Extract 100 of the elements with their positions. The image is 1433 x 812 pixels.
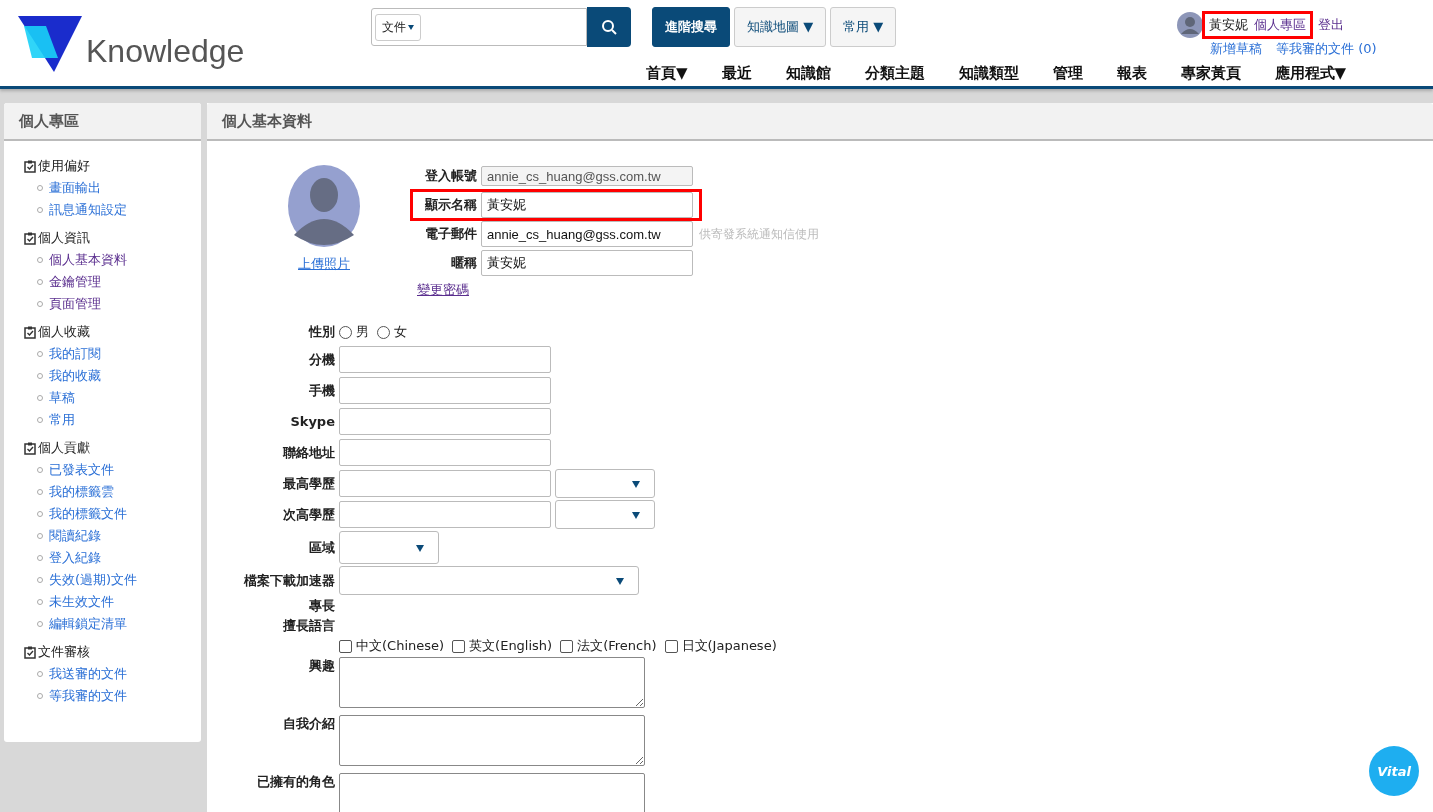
nav-item[interactable]: 分類主題 (864, 64, 925, 83)
input-field[interactable]: annie_cs_huang@gss.com.tw (481, 221, 693, 247)
field-label: 興趣 (308, 657, 335, 675)
sidebar-item[interactable]: 個人基本資料 (49, 251, 127, 269)
sidebar-item[interactable]: 常用 (49, 411, 75, 429)
nav-item[interactable]: 知識館 (785, 64, 831, 83)
sidebar-item[interactable]: 登入紀錄 (49, 549, 101, 567)
text-area[interactable] (339, 715, 645, 766)
logo-text: Knowledge (86, 33, 245, 70)
dropdown[interactable] (339, 566, 639, 595)
search-button[interactable] (587, 7, 631, 47)
option-label: 中文(Chinese) (356, 637, 445, 655)
caret-icon (416, 544, 424, 552)
sidebar-title: 個人專區 (4, 103, 201, 141)
field-label: 已擁有的角色 (256, 773, 335, 791)
input-field[interactable]: 黃安妮 (481, 250, 693, 276)
sidebar-group-label: 個人收藏 (38, 323, 90, 341)
logout-link[interactable]: 登出 (1318, 16, 1344, 34)
caret-icon (408, 24, 414, 30)
field-label: 自我介紹 (282, 715, 335, 733)
input-field[interactable] (339, 439, 551, 466)
user-name: 黃安妮 (1209, 16, 1248, 34)
dropdown[interactable] (555, 500, 655, 529)
sidebar-item[interactable]: 未生效文件 (49, 593, 114, 611)
sidebar-item[interactable]: 金鑰管理 (49, 273, 101, 291)
upload-photo-link[interactable]: 上傳照片 (298, 255, 350, 273)
option-label: 女 (394, 323, 407, 341)
field-label: 擅長語言 (282, 617, 335, 635)
input-field[interactable] (339, 377, 551, 404)
caret-icon (632, 480, 640, 488)
field-label: 分機 (308, 350, 335, 369)
sidebar-group-label: 個人貢獻 (38, 439, 90, 457)
personal-area-link[interactable]: 個人專區 (1254, 16, 1306, 34)
dropdown[interactable] (555, 469, 655, 498)
logo-icon (18, 16, 82, 72)
option-label: 英文(English) (469, 637, 553, 655)
field-hint: 供寄發系統通知信使用 (699, 225, 819, 243)
change-password-link[interactable]: 變更密碼 (417, 281, 825, 299)
clipboard-check-icon (24, 441, 36, 455)
nav-item[interactable]: 專家黃頁 (1180, 64, 1241, 83)
sidebar-item[interactable]: 我的標籤雲 (49, 483, 114, 501)
field-label: 性別 (307, 323, 335, 341)
sidebar-item[interactable]: 我送審的文件 (49, 665, 127, 683)
input-field[interactable] (339, 408, 551, 435)
clipboard-check-icon (24, 231, 36, 245)
checkbox[interactable] (339, 639, 352, 653)
header-button[interactable]: 常用 ▼ (830, 7, 897, 47)
nav-item[interactable]: 報表 (1116, 64, 1147, 83)
header-button[interactable]: 進階搜尋 (652, 7, 730, 47)
sidebar-group-label: 使用偏好 (38, 157, 90, 175)
search-field[interactable]: 文件 (371, 8, 587, 46)
sidebar-item[interactable]: 我的標籤文件 (49, 505, 127, 523)
input-field[interactable] (339, 470, 551, 497)
field-label: 最高學歷 (282, 474, 335, 493)
sidebar-item[interactable]: 閱讀紀錄 (49, 527, 101, 545)
field-label: 暱稱 (450, 254, 477, 272)
sidebar-item[interactable]: 我的收藏 (49, 367, 101, 385)
header-button[interactable]: 知識地圖 ▼ (734, 7, 827, 47)
checkbox[interactable] (560, 639, 574, 653)
page-title: 個人基本資料 (207, 103, 1433, 141)
text-area[interactable] (339, 657, 645, 708)
sidebar-item[interactable]: 失效(過期)文件 (49, 571, 138, 589)
clipboard-check-icon (24, 645, 36, 659)
option-label: 男 (356, 323, 369, 341)
nav-item[interactable]: 首頁▼ (646, 64, 688, 83)
clipboard-check-icon (24, 325, 36, 339)
sidebar-item[interactable]: 已發表文件 (49, 461, 114, 479)
avatar-icon (1177, 12, 1203, 38)
sidebar-group-label: 個人資訊 (38, 229, 90, 247)
field-label: 次高學歷 (282, 505, 335, 524)
sidebar-item[interactable]: 等我審的文件 (49, 687, 127, 705)
field-label: Skype (289, 414, 335, 429)
sidebar-item[interactable]: 頁面管理 (49, 295, 101, 313)
field-label: 電子郵件 (424, 225, 477, 243)
sidebar-item[interactable]: 訊息通知設定 (49, 201, 127, 219)
checkbox[interactable] (664, 639, 678, 653)
dropdown[interactable] (339, 531, 439, 564)
sidebar-item[interactable]: 編輯鎖定清單 (49, 615, 127, 633)
nav-item[interactable]: 知識類型 (958, 64, 1019, 83)
field-label: 登入帳號 (424, 167, 477, 185)
sidebar-item[interactable]: 草稿 (49, 389, 75, 407)
field-label: 聯絡地址 (282, 443, 335, 462)
nav-item[interactable]: 應用程式▼ (1274, 64, 1347, 83)
nav-item[interactable]: 最近 (721, 64, 752, 83)
search-icon (601, 19, 617, 35)
caret-icon (632, 511, 640, 519)
checkbox[interactable] (452, 639, 466, 653)
input-field[interactable] (339, 501, 551, 528)
field-label: 區域 (308, 538, 335, 557)
field-label: 手機 (308, 381, 335, 400)
input-field[interactable] (339, 346, 551, 373)
header-link[interactable]: 新增草稿 (1210, 40, 1262, 58)
text-area[interactable] (339, 773, 645, 812)
input-field[interactable]: 黃安妮 (481, 192, 693, 218)
sidebar-group-label: 文件審核 (38, 643, 90, 661)
sidebar-item[interactable]: 畫面輸出 (49, 179, 101, 197)
clipboard-check-icon (24, 159, 36, 173)
header-link[interactable]: 等我審的文件 (0) (1276, 40, 1377, 58)
sidebar-item[interactable]: 我的訂閱 (49, 345, 101, 363)
nav-item[interactable]: 管理 (1052, 64, 1083, 83)
